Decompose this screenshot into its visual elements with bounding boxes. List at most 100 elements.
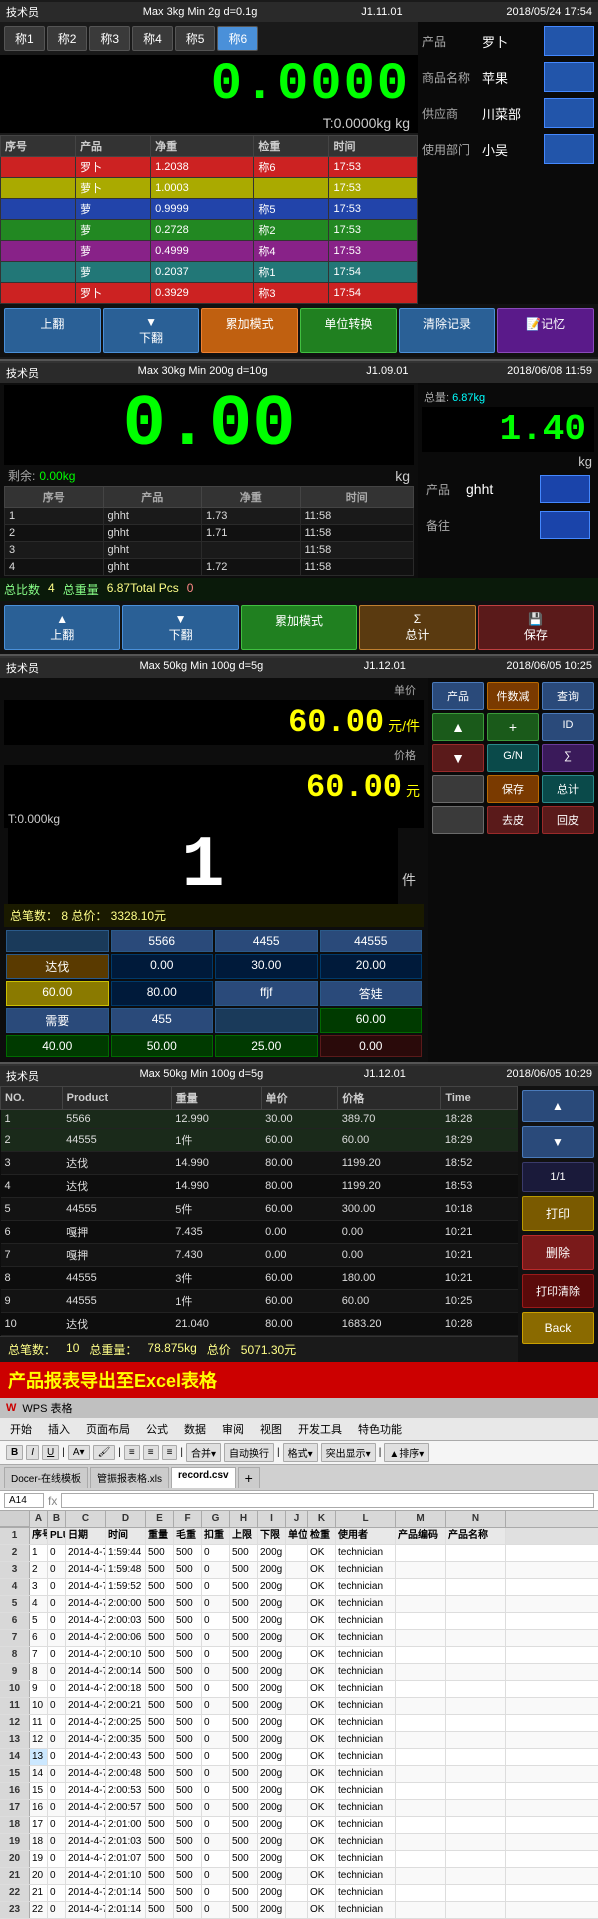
wps-cell-m14[interactable] xyxy=(396,1749,446,1765)
wps-cell-j11[interactable] xyxy=(286,1698,308,1714)
wps-cell-l4[interactable]: technician xyxy=(336,1579,396,1595)
wps-cell-a23[interactable]: 22 xyxy=(30,1902,48,1918)
wps-cell-k19[interactable]: OK xyxy=(308,1834,336,1850)
wps-tb-wrap[interactable]: 自动换行 xyxy=(224,1443,274,1462)
wps-cell-n17[interactable] xyxy=(446,1800,506,1816)
wps-cell-e16[interactable]: 500 xyxy=(146,1783,174,1799)
wps-cell-i18[interactable]: 200g xyxy=(258,1817,286,1833)
wps-cell-i16[interactable]: 200g xyxy=(258,1783,286,1799)
wps-cell-a2[interactable]: 1 xyxy=(30,1545,48,1561)
wps-cell-e19[interactable]: 500 xyxy=(146,1834,174,1850)
wps-cell-f14[interactable]: 500 xyxy=(174,1749,202,1765)
wps-cell-h10[interactable]: 500 xyxy=(230,1681,258,1697)
wps-cell-m5[interactable] xyxy=(396,1596,446,1612)
wps-cell-j5[interactable] xyxy=(286,1596,308,1612)
wps-cell-k7[interactable]: OK xyxy=(308,1630,336,1646)
s3-btn-save[interactable]: 保存 xyxy=(487,775,539,803)
wps-menu-dev[interactable]: 开发工具 xyxy=(294,1420,346,1438)
s3-btn-down[interactable]: ▼ xyxy=(432,744,484,772)
wps-cell-e23[interactable]: 500 xyxy=(146,1902,174,1918)
s3-btn-untare[interactable]: 回皮 xyxy=(542,806,594,834)
wps-cell-k4[interactable]: OK xyxy=(308,1579,336,1595)
wps-cell-a13[interactable]: 12 xyxy=(30,1732,48,1748)
wps-cell-l8[interactable]: technician xyxy=(336,1647,396,1663)
wps-cell-h5[interactable]: 500 xyxy=(230,1596,258,1612)
wps-cell-b20[interactable]: 0 xyxy=(48,1851,66,1867)
s1-nav-clear[interactable]: 清除记录 xyxy=(399,308,496,353)
wps-cell-i6[interactable]: 200g xyxy=(258,1613,286,1629)
wps-cell-d20[interactable]: 2:01:07 xyxy=(106,1851,146,1867)
wps-cell-c21[interactable]: 2014-4-7 xyxy=(66,1868,106,1884)
wps-cell-g23[interactable]: 0 xyxy=(202,1902,230,1918)
wps-cell-f7[interactable]: 500 xyxy=(174,1630,202,1646)
s3-label-455[interactable]: 455 xyxy=(111,1008,214,1033)
wps-cell-b5[interactable]: 0 xyxy=(48,1596,66,1612)
wps-cell-j4[interactable] xyxy=(286,1579,308,1595)
wps-tb-align-right[interactable]: ≡ xyxy=(162,1445,178,1460)
wps-cell-d15[interactable]: 2:00:48 xyxy=(106,1766,146,1782)
wps-cell-d16[interactable]: 2:00:53 xyxy=(106,1783,146,1799)
wps-cell-h18[interactable]: 500 xyxy=(230,1817,258,1833)
s2-nav-up[interactable]: ▲上翻 xyxy=(4,605,120,650)
wps-cell-m18[interactable] xyxy=(396,1817,446,1833)
s3-btn-sum[interactable]: ∑ xyxy=(542,744,594,772)
wps-cell-k10[interactable]: OK xyxy=(308,1681,336,1697)
wps-cell-j10[interactable] xyxy=(286,1681,308,1697)
wps-cell-e12[interactable]: 500 xyxy=(146,1715,174,1731)
wps-cell-m13[interactable] xyxy=(396,1732,446,1748)
wps-cell-l13[interactable]: technician xyxy=(336,1732,396,1748)
wps-tb-align-left[interactable]: ≡ xyxy=(124,1445,140,1460)
wps-menu-formula[interactable]: 公式 xyxy=(142,1420,172,1438)
s3-btn-count-dec[interactable]: 件数减 xyxy=(487,682,539,710)
wps-cell-k21[interactable]: OK xyxy=(308,1868,336,1884)
wps-cell-c16[interactable]: 2014-4-7 xyxy=(66,1783,106,1799)
wps-cell-ref[interactable] xyxy=(4,1493,44,1508)
s2-nav-save[interactable]: 💾保存 xyxy=(478,605,594,650)
wps-cell-n12[interactable] xyxy=(446,1715,506,1731)
wps-cell-k6[interactable]: OK xyxy=(308,1613,336,1629)
wps-cell-k3[interactable]: OK xyxy=(308,1562,336,1578)
wps-cell-a9[interactable]: 8 xyxy=(30,1664,48,1680)
wps-cell-a18[interactable]: 17 xyxy=(30,1817,48,1833)
wps-cell-m19[interactable] xyxy=(396,1834,446,1850)
wps-cell-h15[interactable]: 500 xyxy=(230,1766,258,1782)
wps-cell-e11[interactable]: 500 xyxy=(146,1698,174,1714)
wps-cell-b18[interactable]: 0 xyxy=(48,1817,66,1833)
wps-cell-g15[interactable]: 0 xyxy=(202,1766,230,1782)
wps-cell-f20[interactable]: 500 xyxy=(174,1851,202,1867)
wps-cell-n1[interactable]: 产品名称 xyxy=(446,1528,506,1544)
scale-btn-3[interactable]: 称3 xyxy=(89,26,130,51)
wps-cell-l7[interactable]: technician xyxy=(336,1630,396,1646)
s3-label-44555[interactable]: 44555 xyxy=(320,930,423,952)
wps-cell-a4[interactable]: 3 xyxy=(30,1579,48,1595)
wps-cell-f4[interactable]: 500 xyxy=(174,1579,202,1595)
scale-btn-4[interactable]: 称4 xyxy=(132,26,173,51)
wps-cell-b15[interactable]: 0 xyxy=(48,1766,66,1782)
wps-cell-b17[interactable]: 0 xyxy=(48,1800,66,1816)
wps-cell-b4[interactable]: 0 xyxy=(48,1579,66,1595)
wps-cell-d3[interactable]: 1:59:48 xyxy=(106,1562,146,1578)
s2-nav-down[interactable]: ▼下翻 xyxy=(122,605,238,650)
wps-cell-c12[interactable]: 2014-4-7 xyxy=(66,1715,106,1731)
wps-cell-m4[interactable] xyxy=(396,1579,446,1595)
wps-cell-n16[interactable] xyxy=(446,1783,506,1799)
s3-btn-product[interactable]: 产品 xyxy=(432,682,484,710)
wps-cell-i17[interactable]: 200g xyxy=(258,1800,286,1816)
wps-cell-c7[interactable]: 2014-4-7 xyxy=(66,1630,106,1646)
wps-tab-add[interactable]: + xyxy=(238,1467,260,1488)
wps-cell-i14[interactable]: 200g xyxy=(258,1749,286,1765)
wps-cell-m16[interactable] xyxy=(396,1783,446,1799)
wps-cell-j16[interactable] xyxy=(286,1783,308,1799)
wps-cell-c18[interactable]: 2014-4-7 xyxy=(66,1817,106,1833)
wps-cell-d18[interactable]: 2:01:00 xyxy=(106,1817,146,1833)
wps-cell-e22[interactable]: 500 xyxy=(146,1885,174,1901)
wps-cell-d21[interactable]: 2:01:10 xyxy=(106,1868,146,1884)
wps-cell-i5[interactable]: 200g xyxy=(258,1596,286,1612)
wps-cell-g6[interactable]: 0 xyxy=(202,1613,230,1629)
wps-cell-b7[interactable]: 0 xyxy=(48,1630,66,1646)
wps-cell-i19[interactable]: 200g xyxy=(258,1834,286,1850)
wps-cell-f3[interactable]: 500 xyxy=(174,1562,202,1578)
s1-nav-unit[interactable]: 单位转换 xyxy=(300,308,397,353)
wps-cell-e8[interactable]: 500 xyxy=(146,1647,174,1663)
wps-cell-a5[interactable]: 4 xyxy=(30,1596,48,1612)
